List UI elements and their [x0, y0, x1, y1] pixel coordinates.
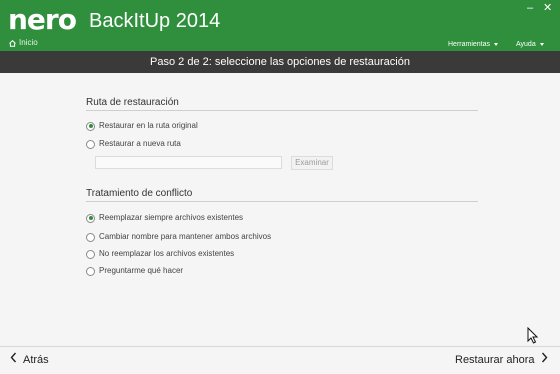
product-name: BackItUp 2014 — [89, 10, 221, 32]
menu-herramientas[interactable]: Herramientas — [448, 40, 499, 49]
chevron-right-icon — [541, 352, 548, 367]
option-label: Restaurar en la ruta original — [99, 121, 198, 130]
footer-bar: Atrás Restaurar ahora — [0, 346, 560, 374]
conflict-heading: Tratamiento de conflicto — [86, 188, 193, 199]
back-button[interactable]: Atrás — [10, 352, 49, 367]
radio-restore-original[interactable]: Restaurar en la ruta original — [86, 121, 198, 131]
restore-path-heading: Ruta de restauración — [86, 97, 179, 108]
nero-logo: nero — [8, 3, 77, 36]
restore-now-label: Restaurar ahora — [455, 353, 535, 366]
radio-restore-new-path[interactable]: Restaurar a nueva ruta — [86, 139, 181, 149]
section-divider — [86, 201, 478, 202]
caret-down-icon — [494, 43, 499, 46]
minimize-button[interactable]: – — [527, 2, 533, 14]
home-label: Inicio — [19, 38, 38, 47]
radio-unselected-icon — [86, 232, 95, 242]
app-header: nero BackItUp 2014 – ✕ Inicio Herramient… — [0, 0, 560, 51]
home-link[interactable]: Inicio — [9, 38, 38, 48]
back-label: Atrás — [23, 353, 49, 366]
radio-do-not-replace[interactable]: No reemplazar los archivos existentes — [86, 249, 234, 259]
section-divider — [86, 110, 478, 111]
browse-button[interactable]: Examinar — [291, 156, 333, 170]
option-label: No reemplazar los archivos existentes — [99, 249, 235, 258]
radio-unselected-icon — [86, 249, 95, 259]
close-button[interactable]: ✕ — [543, 2, 552, 14]
radio-ask-me[interactable]: Preguntarme qué hacer — [86, 266, 183, 276]
radio-rename-keep-both[interactable]: Cambiar nombre para mantener ambos archi… — [86, 232, 271, 242]
chevron-left-icon — [10, 352, 17, 367]
menu-ayuda[interactable]: Ayuda — [516, 40, 544, 49]
restore-now-button[interactable]: Restaurar ahora — [455, 352, 548, 367]
radio-unselected-icon — [86, 266, 95, 276]
caret-down-icon — [539, 43, 544, 46]
radio-always-replace[interactable]: Reemplazar siempre archivos existentes — [86, 213, 243, 223]
step-title: Paso 2 de 2: seleccione las opciones de … — [0, 51, 560, 73]
radio-selected-icon — [86, 121, 95, 131]
home-icon — [9, 39, 16, 47]
menu-label: Herramientas — [448, 41, 491, 48]
option-label: Restaurar a nueva ruta — [99, 139, 181, 148]
option-label: Reemplazar siempre archivos existentes — [99, 213, 244, 222]
radio-selected-icon — [86, 213, 95, 223]
option-label: Cambiar nombre para mantener ambos archi… — [99, 232, 272, 241]
radio-unselected-icon — [86, 139, 95, 149]
option-label: Preguntarme qué hacer — [99, 266, 184, 275]
new-path-input[interactable] — [95, 156, 282, 169]
menu-label: Ayuda — [516, 41, 536, 48]
